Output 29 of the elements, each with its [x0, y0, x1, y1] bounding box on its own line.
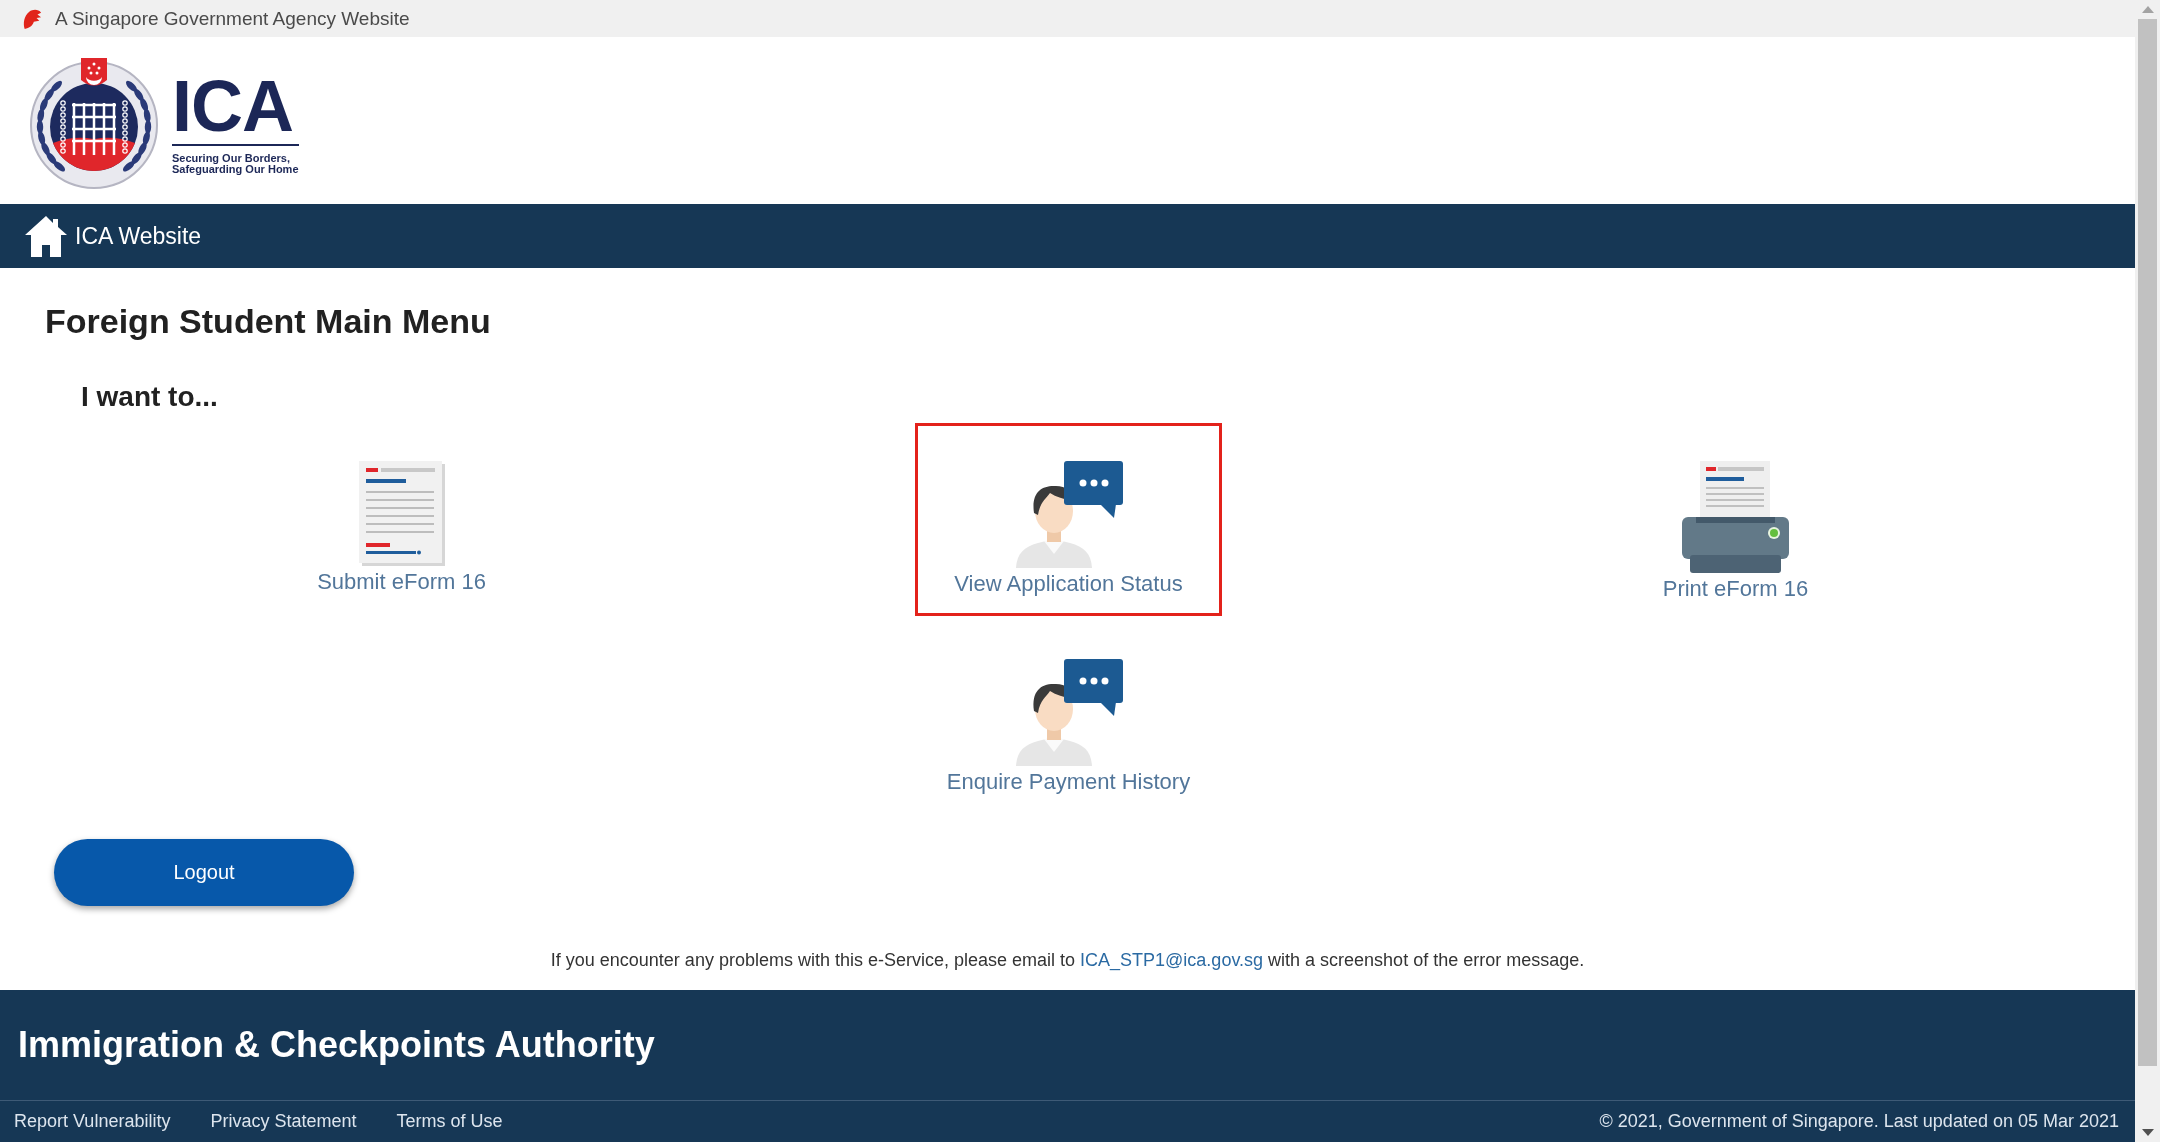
person-chat-icon	[1014, 461, 1123, 568]
page-title: Foreign Student Main Menu	[45, 301, 491, 341]
help-message: If you encounter any problems with this e-Service, please email to ICA_STP1@ica.gov.sg with a screenshot of the error message.	[550, 949, 1585, 971]
lion-head-icon	[22, 7, 42, 30]
logo-wordmark: ICA	[172, 70, 293, 142]
menu-link[interactable]: Submit eForm 16	[278, 423, 525, 614]
footer-link[interactable]: Privacy Statement	[210, 1111, 357, 1132]
scrollbar[interactable]	[2135, 0, 2160, 1142]
menu-link[interactable]: View Application Status	[915, 423, 1222, 616]
footer-link[interactable]: Report Vulnerability	[14, 1111, 171, 1132]
logo-tagline: Securing Our Borders,	[172, 153, 290, 164]
logo-tagline: Safeguarding Our Home	[172, 164, 299, 175]
footer-title: Immigration & Checkpoints Authority	[18, 1024, 655, 1066]
home-link[interactable]: ICA Website	[24, 213, 202, 259]
home-icon	[24, 213, 68, 259]
section-heading: I want to...	[81, 380, 218, 414]
logout-button[interactable]: Logout	[54, 839, 354, 906]
footer-link[interactable]: Terms of Use	[396, 1111, 503, 1132]
printer-icon	[1681, 461, 1789, 573]
menu-link[interactable]: Print eForm 16	[1623, 423, 1848, 621]
menu-link[interactable]: Enquire Payment History	[907, 621, 1230, 814]
document-icon	[358, 461, 445, 566]
person-chat-icon	[1014, 659, 1123, 766]
scrollbar-thumb[interactable]	[2138, 19, 2157, 1066]
email-link[interactable]: ICA_STP1@ica.gov.sg	[1080, 950, 1264, 970]
banner-text: A Singapore Government Agency Website	[55, 7, 410, 30]
caret-down-icon[interactable]	[2141, 1129, 2154, 1136]
copyright-text: © 2021, Government of Singapore. Last updated on 05 Mar 2021	[1599, 1111, 2119, 1132]
caret-up-icon[interactable]	[2141, 6, 2154, 13]
